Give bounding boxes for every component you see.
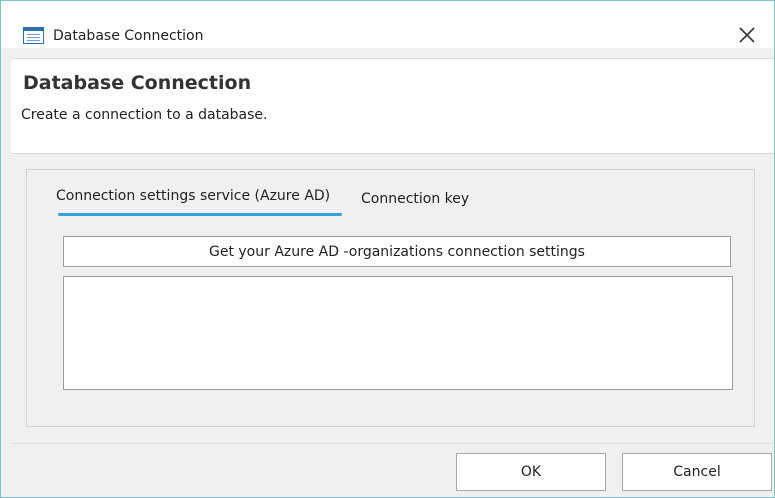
connection-settings-textbox[interactable]: [63, 276, 733, 390]
window-icon: [23, 27, 44, 44]
ok-button[interactable]: OK: [456, 453, 606, 491]
get-connection-settings-button[interactable]: Get your Azure AD -organizations connect…: [63, 236, 731, 267]
close-button[interactable]: [733, 24, 761, 50]
tab-connection-key[interactable]: Connection key: [361, 191, 469, 207]
header-title: Database Connection: [23, 72, 252, 94]
footer-divider: [11, 443, 774, 444]
content-panel: Connection settings service (Azure AD) C…: [26, 169, 755, 427]
window-title: Database Connection: [53, 28, 204, 44]
title-bar: Database Connection: [1, 1, 774, 48]
dialog-window: Database Connection Database Connection …: [0, 0, 775, 498]
tab-connection-settings-service[interactable]: Connection settings service (Azure AD): [56, 188, 330, 204]
active-tab-indicator: [58, 213, 342, 216]
dialog-header: Database Connection Create a connection …: [11, 58, 774, 154]
close-icon: [739, 27, 755, 47]
left-strip: [1, 58, 11, 497]
header-subtitle: Create a connection to a database.: [21, 107, 268, 123]
cancel-button[interactable]: Cancel: [622, 453, 772, 491]
